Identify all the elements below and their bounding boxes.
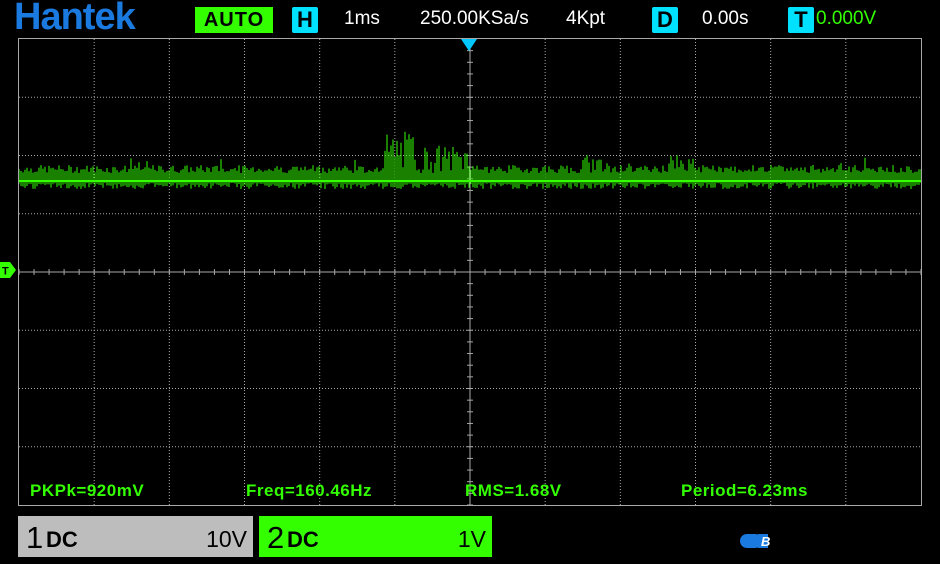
sample-rate-value: 250.00KSa/s — [420, 8, 529, 29]
channel-2-box[interactable]: 2 DC 1V — [259, 516, 492, 557]
measurement-period: Period=6.23ms — [681, 481, 808, 500]
waveform-display[interactable] — [18, 38, 922, 506]
memory-depth-value: 4Kpt — [566, 8, 606, 29]
channel-1-coupling: DC — [46, 527, 78, 552]
trigger-tag: T — [788, 7, 814, 33]
delay-value[interactable]: 0.00s — [702, 8, 748, 30]
horizontal-tag: H — [292, 7, 318, 33]
channel-2-scale: 1V — [457, 526, 486, 552]
channel-2-number: 2 — [267, 520, 285, 555]
channel-1-box[interactable]: 1 DC 10V — [18, 516, 253, 557]
measurement-pkpk: PKPk=920mV — [30, 481, 145, 500]
graticule-and-trace — [19, 39, 921, 505]
delay-tag: D — [652, 7, 678, 33]
usb-icon: B — [740, 534, 770, 549]
measurement-rms: RMS=1.68V — [465, 481, 562, 500]
measurement-freq: Freq=160.46Hz — [246, 481, 373, 500]
graticule-center-axes — [19, 39, 921, 505]
down-triangle-icon[interactable] — [461, 39, 477, 51]
trigger-level-marker[interactable]: T — [0, 262, 16, 278]
trigger-level-value[interactable]: 0.000V — [816, 8, 876, 30]
channel-1-scale: 10V — [206, 526, 247, 552]
trigger-level-label: T — [2, 266, 9, 278]
trigger-mode-badge[interactable]: AUTO — [195, 7, 273, 33]
timebase-value[interactable]: 1ms — [344, 8, 380, 30]
channel-1-number: 1 — [26, 520, 44, 555]
usb-label: B — [761, 534, 770, 549]
channel-2-coupling: DC — [287, 527, 319, 552]
brand-logo: Hantek — [14, 0, 136, 38]
